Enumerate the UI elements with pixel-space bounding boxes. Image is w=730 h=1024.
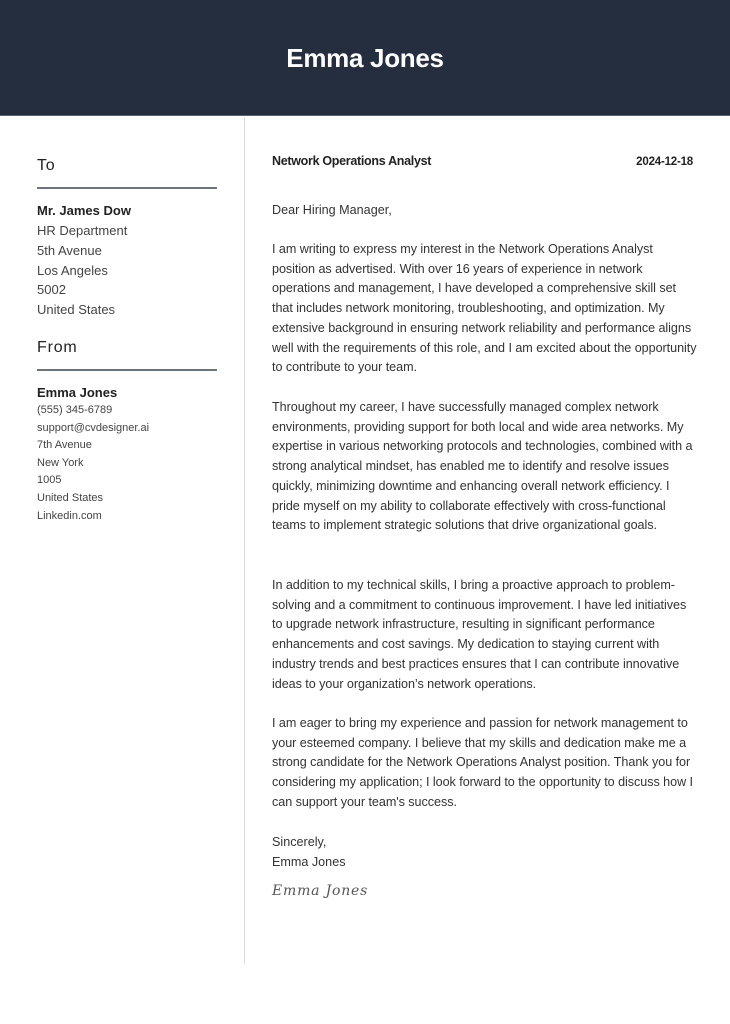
letter-date: 2024-12-18 [636, 156, 693, 168]
sender-name: Emma Jones [37, 385, 118, 400]
recipient-name: Mr. James Dow [37, 203, 131, 218]
letter-paragraph: In addition to my technical skills, I br… [272, 578, 687, 691]
letter-paragraph: I am eager to bring my experience and pa… [272, 716, 694, 809]
recipient-section: To Mr. James Dow HR Department 5th Avenu… [37, 156, 217, 320]
sender-country: United States [37, 491, 104, 504]
letter-paragraph: I am writing to express my interest in t… [272, 242, 697, 375]
letter-closing: Sincerely, Emma Jones [272, 832, 346, 872]
closing-name: Emma Jones [272, 855, 346, 869]
sender-section-title: From [37, 339, 78, 356]
recipient-section-title: To [37, 157, 56, 174]
sender-postal-code: 1005 [37, 474, 62, 487]
page-header: Emma Jones [0, 0, 730, 116]
sender-details: Emma Jones (555) 345-6789 support@cvdesi… [37, 383, 217, 525]
job-title: Network Operations Analyst [272, 154, 432, 168]
letter-title-row: Network Operations Analyst 2024-12-18 [272, 154, 693, 168]
sender-email: support@cvdesigner.ai [37, 421, 150, 434]
header-name: Emma Jones [286, 43, 444, 73]
recipient-postal-code: 5002 [37, 282, 66, 298]
column-divider [244, 117, 245, 964]
sender-section-rule [37, 369, 217, 371]
letter-greeting: Dear Hiring Manager, [272, 203, 392, 217]
recipient-street: 5th Avenue [37, 242, 102, 258]
recipient-city: Los Angeles [37, 262, 108, 278]
sender-linkedin: Linkedin.com [37, 509, 102, 522]
recipient-section-rule [37, 187, 217, 189]
letter-paragraph: Throughout my career, I have successfull… [272, 400, 693, 533]
recipient-details: Mr. James Dow HR Department 5th Avenue L… [37, 201, 217, 320]
sender-section: From Emma Jones (555) 345-6789 support@c… [37, 338, 217, 525]
sender-city: New York [37, 456, 84, 469]
recipient-department: HR Department [37, 223, 128, 238]
sender-street: 7th Avenue [37, 439, 92, 452]
recipient-country: United States [37, 302, 116, 318]
closing-phrase: Sincerely, [272, 835, 327, 849]
signature: Emma Jones [272, 883, 369, 899]
sender-phone: (555) 345-6789 [37, 404, 113, 416]
